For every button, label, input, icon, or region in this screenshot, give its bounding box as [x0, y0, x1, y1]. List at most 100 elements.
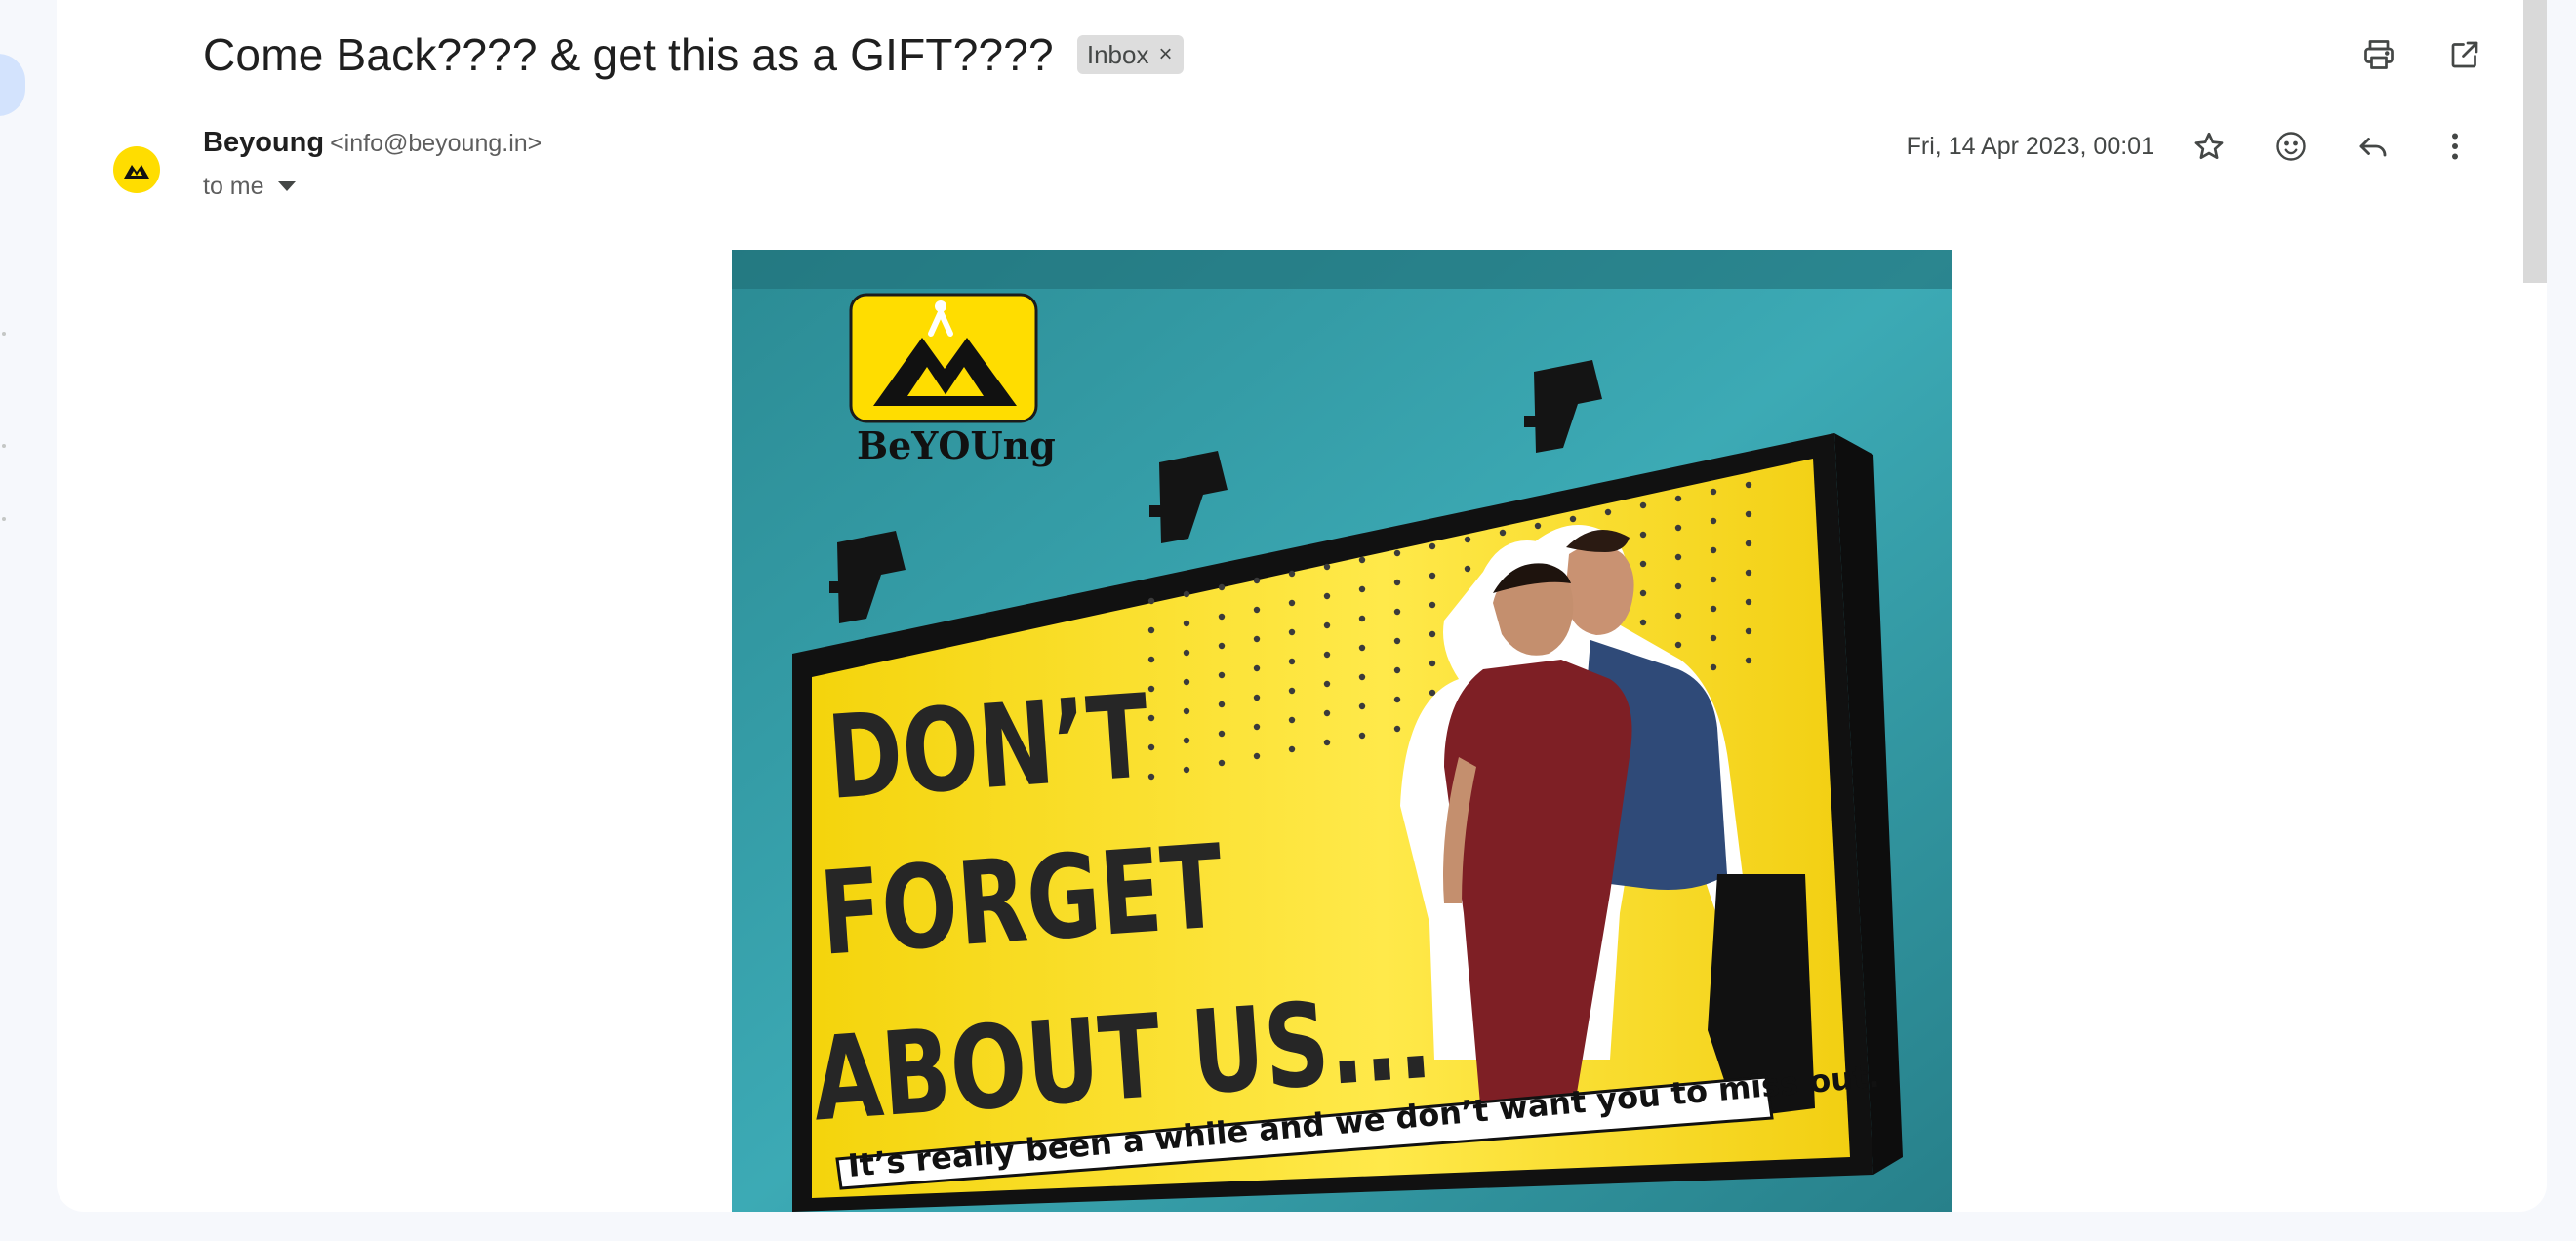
- scrollbar-thumb[interactable]: [2523, 0, 2547, 283]
- pattern-dot: [1710, 663, 1717, 671]
- pattern-dot: [1253, 635, 1261, 643]
- logo-wordmark: BeYOUng: [857, 423, 1056, 467]
- email-subject: Come Back???? & get this as a GIFT????: [203, 29, 1054, 80]
- star-icon[interactable]: [2186, 123, 2233, 170]
- pattern-dot: [1183, 707, 1190, 715]
- rail-marker: [2, 517, 6, 521]
- pattern-dot: [1218, 730, 1226, 738]
- open-in-new-icon[interactable]: [2441, 31, 2488, 78]
- pattern-dot: [1147, 714, 1155, 722]
- pattern-dot: [1393, 579, 1401, 586]
- pattern-dot: [1183, 620, 1190, 627]
- pattern-dot: [1393, 637, 1401, 645]
- pattern-dot: [1183, 766, 1190, 774]
- pattern-dot: [1358, 673, 1366, 681]
- recipient-dropdown[interactable]: to me: [203, 170, 296, 203]
- pattern-dot: [1393, 608, 1401, 616]
- rail-marker: [2, 444, 6, 448]
- pattern-dot: [1674, 612, 1682, 620]
- pattern-dot: [1674, 524, 1682, 532]
- pattern-dot: [1218, 671, 1226, 679]
- pattern-dot: [1393, 549, 1401, 557]
- pattern-dot: [1429, 630, 1436, 638]
- pattern-dot: [1745, 657, 1752, 664]
- pattern-dot: [1710, 517, 1717, 525]
- pattern-dot: [1147, 626, 1155, 634]
- pattern-dot: [1710, 605, 1717, 613]
- pattern-dot: [1323, 621, 1331, 629]
- pattern-dot: [1393, 725, 1401, 733]
- pattern-dot: [1183, 737, 1190, 744]
- pattern-dot: [1674, 641, 1682, 649]
- chevron-down-icon: [277, 181, 296, 191]
- pattern-dot: [1253, 606, 1261, 614]
- pattern-dot: [1358, 556, 1366, 564]
- print-icon[interactable]: [2355, 31, 2402, 78]
- pattern-dot: [1745, 598, 1752, 606]
- pattern-dot: [1534, 522, 1542, 530]
- thread-actions: [2355, 31, 2488, 78]
- pattern-dot: [1147, 685, 1155, 693]
- pattern-dot: [1288, 628, 1296, 636]
- pattern-dot: [1253, 664, 1261, 672]
- reply-icon[interactable]: [2350, 123, 2396, 170]
- rail-marker: [2, 332, 6, 336]
- emoji-icon[interactable]: [2268, 123, 2314, 170]
- inbox-label-chip[interactable]: Inbox ×: [1076, 35, 1185, 74]
- pattern-dot: [1639, 560, 1647, 568]
- pattern-dot: [1183, 590, 1190, 598]
- pattern-dot: [1183, 649, 1190, 657]
- pattern-dot: [1323, 709, 1331, 717]
- pattern-dot: [1604, 508, 1612, 516]
- remove-label-icon[interactable]: ×: [1158, 41, 1172, 68]
- compose-fab-edge[interactable]: [0, 54, 25, 116]
- recipient-text: to me: [203, 172, 264, 200]
- pattern-dot: [1358, 702, 1366, 710]
- pattern-dot: [1358, 644, 1366, 652]
- pattern-dot: [1464, 565, 1471, 573]
- pattern-dot: [1639, 531, 1647, 539]
- sender-email: <info@beyoung.in>: [330, 130, 543, 157]
- pattern-dot: [1288, 687, 1296, 695]
- pattern-dot: [1147, 597, 1155, 605]
- message-meta: Fri, 14 Apr 2023, 00:01: [1907, 123, 2478, 170]
- pattern-dot: [1745, 540, 1752, 547]
- pattern-dot: [1183, 678, 1190, 686]
- pattern-dot: [1745, 510, 1752, 518]
- pattern-dot: [1429, 572, 1436, 580]
- pattern-dot: [1674, 553, 1682, 561]
- pattern-dot: [1323, 651, 1331, 659]
- pattern-dot: [1288, 599, 1296, 607]
- pattern-dot: [1253, 694, 1261, 701]
- pattern-dot: [1218, 759, 1226, 767]
- headline-line-2: FORGET: [816, 820, 1228, 981]
- pattern-dot: [1253, 752, 1261, 760]
- pattern-dot: [1218, 701, 1226, 708]
- promo-banner-image[interactable]: BeYOUng DON’T FORGET ABOUT US... It’s re…: [732, 250, 1952, 1212]
- pattern-dot: [1147, 656, 1155, 663]
- pattern-dot: [1323, 680, 1331, 688]
- brand-logo-icon: [113, 146, 160, 193]
- subject-row: Come Back???? & get this as a GIFT???? I…: [203, 25, 1185, 84]
- pattern-dot: [1674, 582, 1682, 590]
- pattern-dot: [1710, 634, 1717, 642]
- pattern-dot: [1745, 627, 1752, 635]
- pattern-dot: [1358, 732, 1366, 740]
- avatar[interactable]: [98, 133, 176, 211]
- label-text: Inbox: [1086, 39, 1149, 69]
- pattern-dot: [1710, 546, 1717, 554]
- pattern-dot: [1639, 589, 1647, 597]
- pattern-dot: [1429, 601, 1436, 609]
- pattern-dot: [1464, 536, 1471, 543]
- sender-name[interactable]: Beyoung: [203, 127, 324, 159]
- pattern-dot: [1288, 658, 1296, 665]
- pattern-dot: [1639, 619, 1647, 626]
- more-vert-icon[interactable]: [2432, 123, 2478, 170]
- pattern-dot: [1745, 569, 1752, 577]
- pattern-dot: [1358, 585, 1366, 593]
- beyoung-logo: BeYOUng: [849, 293, 1056, 467]
- pattern-dot: [1253, 723, 1261, 731]
- pattern-dot: [1710, 488, 1717, 496]
- pattern-dot: [1358, 615, 1366, 622]
- pattern-dot: [1218, 642, 1226, 650]
